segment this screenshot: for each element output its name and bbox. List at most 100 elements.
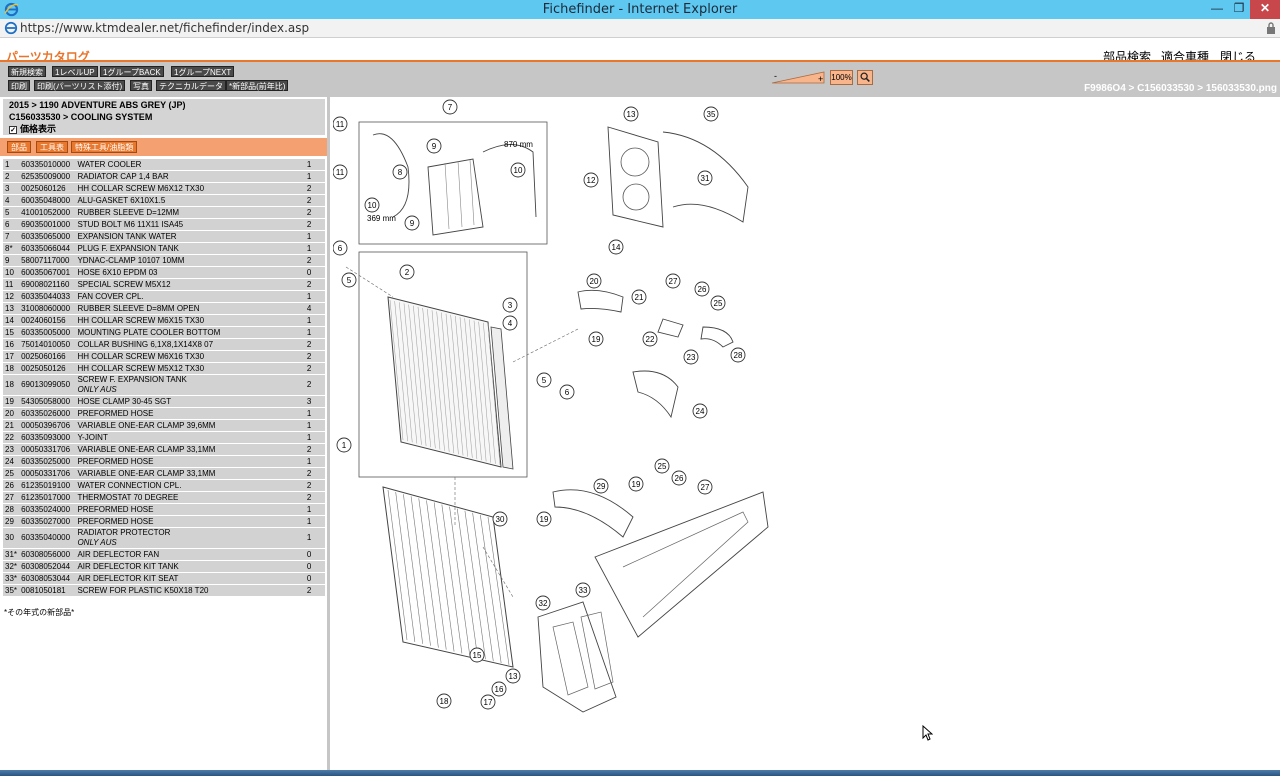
callout-28[interactable]: 28: [730, 347, 746, 363]
table-row[interactable]: 30 60335040000 RADIATOR PROTECTOR ONLY AUS 1: [3, 528, 325, 548]
callout-17[interactable]: 17: [480, 694, 496, 710]
callout-11[interactable]: 11: [333, 164, 348, 180]
table-row[interactable]: 26 61235019100 WATER CONNECTION CPL. 2: [3, 480, 325, 491]
table-row[interactable]: 7 60335065000 EXPANSION TANK WATER 1: [3, 231, 325, 242]
callout-27[interactable]: 27: [697, 479, 713, 495]
callout-25[interactable]: 25: [710, 295, 726, 311]
callout-35[interactable]: 35: [703, 106, 719, 122]
table-row[interactable]: 29 60335027000 PREFORMED HOSE 1: [3, 516, 325, 527]
callout-18[interactable]: 18: [436, 693, 452, 709]
callout-33[interactable]: 33: [575, 582, 591, 598]
callout-21[interactable]: 21: [631, 289, 647, 305]
table-row[interactable]: 4 60035048000 ALU-GASKET 6X10X1.5 2: [3, 195, 325, 206]
group-next-button[interactable]: 1グループNEXT: [171, 66, 235, 77]
table-row[interactable]: 6 69035001000 STUD BOLT M6 11X11 ISA45 2: [3, 219, 325, 230]
callout-5[interactable]: 5: [536, 372, 552, 388]
group-back-button[interactable]: 1グループBACK: [100, 66, 164, 77]
callout-3[interactable]: 3: [502, 297, 518, 313]
table-row[interactable]: 35* 0081050181 SCREW FOR PLASTIC K50X18 T2…: [3, 585, 325, 596]
callout-27[interactable]: 27: [665, 273, 681, 289]
table-row[interactable]: 18 69013099050 SCREW F. EXPANSION TANK ONLY…: [3, 375, 325, 395]
callout-19[interactable]: 19: [536, 511, 552, 527]
print-button[interactable]: 印刷: [8, 80, 30, 91]
callout-16[interactable]: 16: [491, 681, 507, 697]
table-row[interactable]: 20 60335026000 PREFORMED HOSE 1: [3, 408, 325, 419]
callout-19[interactable]: 19: [628, 476, 644, 492]
tab-parts[interactable]: 部品: [7, 141, 31, 153]
table-row[interactable]: 19 54305058000 HOSE CLAMP 30-45 SGT 3: [3, 396, 325, 407]
price-display-row[interactable]: ✓ 価格表示: [3, 123, 325, 135]
callout-25[interactable]: 25: [654, 458, 670, 474]
table-row[interactable]: 9 58007117000 YDNAC-CLAMP 10107 10MM 2: [3, 255, 325, 266]
callout-24[interactable]: 24: [692, 403, 708, 419]
table-row[interactable]: 12 60335044033 FAN COVER CPL. 1: [3, 291, 325, 302]
price-display-checkbox[interactable]: ✓: [9, 125, 17, 134]
table-row[interactable]: 10 60035067001 HOSE 6X10 EPDM 03 0: [3, 267, 325, 278]
tab-special-tools[interactable]: 特殊工具/油脂類: [71, 141, 138, 153]
callout-10[interactable]: 10: [510, 162, 526, 178]
callout-30[interactable]: 30: [492, 511, 508, 527]
callout-9[interactable]: 9: [426, 138, 442, 154]
table-row[interactable]: 22 60335093000 Y-JOINT 1: [3, 432, 325, 443]
callout-10[interactable]: 10: [364, 197, 380, 213]
table-row[interactable]: 21 00050396706 VARIABLE ONE-EAR CLAMP 39,6…: [3, 420, 325, 431]
level-up-button[interactable]: 1レベルUP: [52, 66, 98, 77]
callout-23[interactable]: 23: [683, 349, 699, 365]
table-row[interactable]: 14 0024060156 HH COLLAR SCREW M6X15 TX30 1: [3, 315, 325, 326]
table-row[interactable]: 18 0025050126 HH COLLAR SCREW M5X12 TX30 2: [3, 363, 325, 374]
print-with-list-button[interactable]: 印刷(パーツリスト添付): [34, 80, 126, 91]
callout-8[interactable]: 8: [392, 164, 408, 180]
table-row[interactable]: 23 00050331706 VARIABLE ONE-EAR CLAMP 33,1…: [3, 444, 325, 455]
callout-29[interactable]: 29: [593, 478, 609, 494]
callout-7[interactable]: 7: [442, 99, 458, 115]
table-row[interactable]: 28 60335024000 PREFORMED HOSE 1: [3, 504, 325, 515]
table-row[interactable]: 17 0025060166 HH COLLAR SCREW M6X16 TX30 2: [3, 351, 325, 362]
url-text[interactable]: https://www.ktmdealer.net/fichefinder/in…: [20, 21, 309, 35]
lock-icon[interactable]: [1266, 22, 1276, 34]
table-row[interactable]: 27 61235017000 THERMOSTAT 70 DEGREE 2: [3, 492, 325, 503]
technical-data-button[interactable]: テクニカルデータ: [156, 80, 226, 91]
new-parts-button[interactable]: *新部品(前年比): [226, 80, 289, 91]
table-row[interactable]: 5 41001052000 RUBBER SLEEVE D=12MM 2: [3, 207, 325, 218]
callout-6[interactable]: 6: [559, 384, 575, 400]
table-row[interactable]: 13 31008060000 RUBBER SLEEVE D=8MM OPEN 4: [3, 303, 325, 314]
table-row[interactable]: 16 75014010050 COLLAR BUSHING 6,1X8,1X14X8…: [3, 339, 325, 350]
new-search-button[interactable]: 新規検索: [8, 66, 46, 77]
minimize-button[interactable]: —: [1206, 0, 1228, 19]
callout-9[interactable]: 9: [404, 215, 420, 231]
table-row[interactable]: 3 0025060126 HH COLLAR SCREW M6X12 TX30 2: [3, 183, 325, 194]
callout-31[interactable]: 31: [697, 170, 713, 186]
callout-20[interactable]: 20: [586, 273, 602, 289]
callout-26[interactable]: 26: [671, 470, 687, 486]
table-row[interactable]: 25 00050331706 VARIABLE ONE-EAR CLAMP 33,1…: [3, 468, 325, 479]
table-row[interactable]: 33* 60308053044 AIR DEFLECTOR KIT SEAT 0: [3, 573, 325, 584]
callout-1[interactable]: 1: [336, 437, 352, 453]
zoom-slider[interactable]: - +: [770, 70, 826, 85]
table-row[interactable]: 15 60335005000 MOUNTING PLATE COOLER BOTTO…: [3, 327, 325, 338]
photo-button[interactable]: 写真: [130, 80, 152, 91]
callout-2[interactable]: 2: [399, 264, 415, 280]
exploded-parts-diagram[interactable]: 870 mm 369 mm 798 10111110913 3512 31146523…: [333, 97, 773, 717]
callout-11[interactable]: 11: [333, 116, 348, 132]
table-row[interactable]: 24 60335025000 PREFORMED HOSE 1: [3, 456, 325, 467]
maximize-button[interactable]: ❐: [1228, 0, 1250, 19]
callout-13[interactable]: 13: [505, 668, 521, 684]
callout-12[interactable]: 12: [583, 172, 599, 188]
callout-5[interactable]: 5: [341, 272, 357, 288]
zoom-100-button[interactable]: 100%: [830, 70, 853, 85]
close-window-button[interactable]: ✕: [1250, 0, 1280, 19]
callout-13[interactable]: 13: [623, 106, 639, 122]
callout-6[interactable]: 6: [333, 240, 348, 256]
callout-14[interactable]: 14: [608, 239, 624, 255]
callout-19[interactable]: 19: [588, 331, 604, 347]
callout-32[interactable]: 32: [535, 595, 551, 611]
table-row[interactable]: 32* 60308052044 AIR DEFLECTOR KIT TANK 0: [3, 561, 325, 572]
callout-4[interactable]: 4: [502, 315, 518, 331]
tab-tools[interactable]: 工具表: [36, 141, 68, 153]
address-bar[interactable]: https://www.ktmdealer.net/fichefinder/in…: [0, 19, 1280, 38]
table-row[interactable]: 1 60335010000 WATER COOLER 1: [3, 159, 325, 170]
table-row[interactable]: 8* 60335066044 PLUG F. EXPANSION TANK 1: [3, 243, 325, 254]
callout-22[interactable]: 22: [642, 331, 658, 347]
callout-15[interactable]: 15: [469, 647, 485, 663]
table-row[interactable]: 31* 60308056000 AIR DEFLECTOR FAN 0: [3, 549, 325, 560]
